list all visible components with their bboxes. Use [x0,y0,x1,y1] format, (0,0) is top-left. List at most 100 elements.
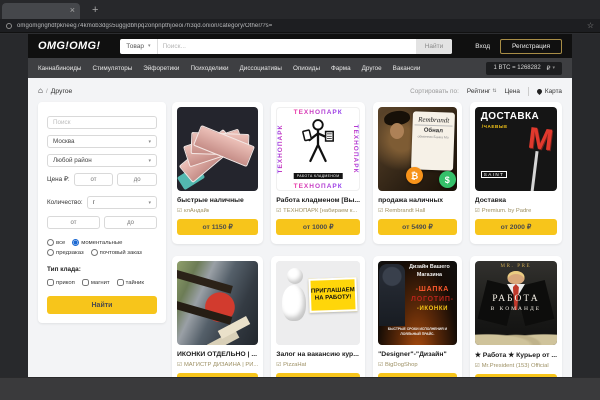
product-price-button[interactable]: от 2000 ₽ [475,219,557,235]
order-type-radio[interactable] [47,249,54,256]
new-tab-button[interactable]: + [92,3,98,17]
order-type-radio[interactable] [47,239,54,246]
order-type-option[interactable]: предзаказ [47,249,84,256]
apply-filters-button[interactable]: Найти [47,296,157,314]
product-image[interactable] [177,107,258,191]
logotype-text: ЛОГОТИП- [408,296,457,303]
product-vendor-row[interactable]: ☑ клАндайк [177,208,258,214]
product-price: от 5490 ₽ [402,224,433,231]
product-image[interactable]: MR. PRE РАБОТА В КОМАНДЕ [475,261,557,345]
quantity-to-input[interactable] [104,216,157,229]
site-logo[interactable]: OMG!OMG! [38,40,100,52]
order-type-radio[interactable] [91,249,98,256]
product-card[interactable]: быстрые наличные ☑ клАндайк от 1150 ₽ [172,102,263,244]
business-card-shape: Rembrandt Обнал обменник Банка Мо [411,111,455,170]
map-link[interactable]: Карта [537,88,562,95]
auth-area: Вход Регистрация [475,39,562,54]
search-input[interactable] [158,39,416,54]
home-icon[interactable]: ⌂ [38,87,43,95]
order-type-option[interactable]: все [47,239,65,246]
order-type-radio[interactable] [72,239,79,246]
product-image[interactable]: ДОСТАВКА /ЧАЕВЫЕ М SAINT [475,107,557,191]
nav-item[interactable]: Другое [362,65,382,72]
shapka-text: -ШАПКА [408,286,457,293]
checkbox-label: тайник [126,280,144,286]
city-select[interactable]: Москва ▾ [47,135,157,148]
order-type-option[interactable]: моментальные [72,239,122,246]
product-price-button[interactable]: от 1150 ₽ [177,219,258,235]
product-card[interactable]: Rembrandt Обнал обменник Банка Мо ₿ $ пр… [373,102,462,244]
product-image[interactable]: Rembrandt Обнал обменник Банка Мо ₿ $ [378,107,457,191]
product-title[interactable]: ИКОНКИ ОТДЕЛЬНО | ... [177,351,258,358]
product-vendor-row[interactable]: ☑ МАГИСТР ДИЗАЙНА | РИ... [177,362,258,368]
url-text[interactable]: omgomgnghdfpkneeg74kmob3dgs5uggjdbhpq2on… [17,23,581,29]
nav-item[interactable]: Эйфоретики [143,65,179,72]
browser-tab[interactable]: × [2,3,80,19]
url-bar[interactable]: omgomgnghdfpkneeg74kmob3dgs5uggjdbhpq2on… [0,19,600,33]
nav-item[interactable]: Психоделики [190,65,228,72]
taskbar [0,377,600,400]
product-price-button[interactable]: от 1000 ₽ [276,219,360,235]
product-vendor-row[interactable]: ☑ ТЕХНОПАРК [набираем к... [276,208,360,214]
site-info-icon[interactable] [6,23,12,29]
tab-close-icon[interactable]: × [70,4,75,17]
delivery-title-text: ДОСТАВКА [481,111,539,122]
vendor-badge-icon: ☑ [276,208,281,214]
product-title[interactable]: Работа кладменом [Вы... [276,197,360,204]
login-link[interactable]: Вход [475,43,490,50]
order-type-option[interactable]: почтовый заказ [91,249,142,256]
product-vendor-row[interactable]: ☑ Rembrandt Hall [378,208,457,214]
site-container: OMG!OMG! Товар ▾ Найти Вход Регистрация … [28,34,572,400]
product-title[interactable]: быстрые наличные [177,197,258,204]
product-card[interactable]: ТЕХНОПАРК ТЕХНОПАРК ТЕХНОПАРК ТЕХНОПАРК … [271,102,365,244]
unit-select[interactable]: г ▾ [87,196,157,209]
nav-item[interactable]: Опиоиды [293,65,320,72]
bookmark-star-icon[interactable]: ☆ [587,21,594,30]
product-title[interactable]: Залог на вакансию кур... [276,351,360,358]
radio-label: почтовый заказ [100,250,142,256]
stash-type-option[interactable]: прикоп [47,279,75,286]
product-title[interactable]: "Designer"-"Дизайн" [378,351,457,358]
nav-item[interactable]: Фарма [331,65,351,72]
product-vendor-row[interactable]: ☑ PizzaHat [276,362,360,368]
product-vendor-row[interactable]: ☑ Mr.President (153) Official [475,363,557,369]
price-to-input[interactable] [117,173,157,186]
price-from-input[interactable] [74,173,114,186]
district-select[interactable]: Любой район ▾ [47,154,157,167]
search-category-select[interactable]: Товар ▾ [120,39,157,54]
product-title[interactable]: ★ Работа ★ Курьер от ... [475,351,557,359]
quantity-from-input[interactable] [47,216,100,229]
product-vendor-row[interactable]: ☑ BigDogShop [378,362,457,368]
product-image[interactable] [177,261,258,345]
nav-item[interactable]: Стимуляторы [92,65,132,72]
nav-item[interactable]: Диссоциативы [240,65,282,72]
technopark-art: ТЕХНОПАРК ТЕХНОПАРК ТЕХНОПАРК ТЕХНОПАРК … [276,107,360,191]
product-image[interactable]: ПРИГЛАШАЕМ НА РАБОТУ! [276,261,360,345]
stash-type-checkbox[interactable] [47,279,54,286]
breadcrumb-category[interactable]: Другое [51,88,73,95]
checkbox-label: магнит [91,280,110,286]
sort-rating[interactable]: Рейтинг ⇅ [467,88,497,95]
product-vendor: Rembrandt Hall [385,208,425,214]
product-price-button[interactable]: от 5490 ₽ [378,219,457,235]
product-title[interactable]: продажа наличных [378,197,457,204]
stash-type-option[interactable]: тайник [117,279,144,286]
product-image[interactable]: Дизайн Вашего Магазина -ШАПКА ЛОГОТИП- -… [378,261,457,345]
unit-value: г [93,199,95,206]
product-card[interactable]: ДОСТАВКА /ЧАЕВЫЕ М SAINT Доставка ☑ Prem… [470,102,562,244]
stash-type-checkbox[interactable] [82,279,89,286]
product-title[interactable]: Доставка [475,197,557,204]
register-button[interactable]: Регистрация [500,39,562,54]
stash-type-option[interactable]: магнит [82,279,110,286]
product-vendor-row[interactable]: ☑ Premium. by Padre [475,208,557,214]
btc-rate-widget[interactable]: 1 BTC = 1268282 ₽ ▾ [486,62,562,75]
currency-select[interactable]: ₽ ▾ [547,65,555,72]
sort-price[interactable]: Цена [505,88,520,95]
search-button[interactable]: Найти [416,39,453,54]
screen: × + omgomgnghdfpkneeg74kmob3dgs5uggjdbhp… [0,0,600,400]
filter-search-input[interactable] [47,116,157,129]
stash-type-checkbox[interactable] [117,279,124,286]
product-image[interactable]: ТЕХНОПАРК ТЕХНОПАРК ТЕХНОПАРК ТЕХНОПАРК … [276,107,360,191]
nav-item[interactable]: Вакансии [393,65,421,72]
nav-item[interactable]: Каннабиноиды [38,65,81,72]
